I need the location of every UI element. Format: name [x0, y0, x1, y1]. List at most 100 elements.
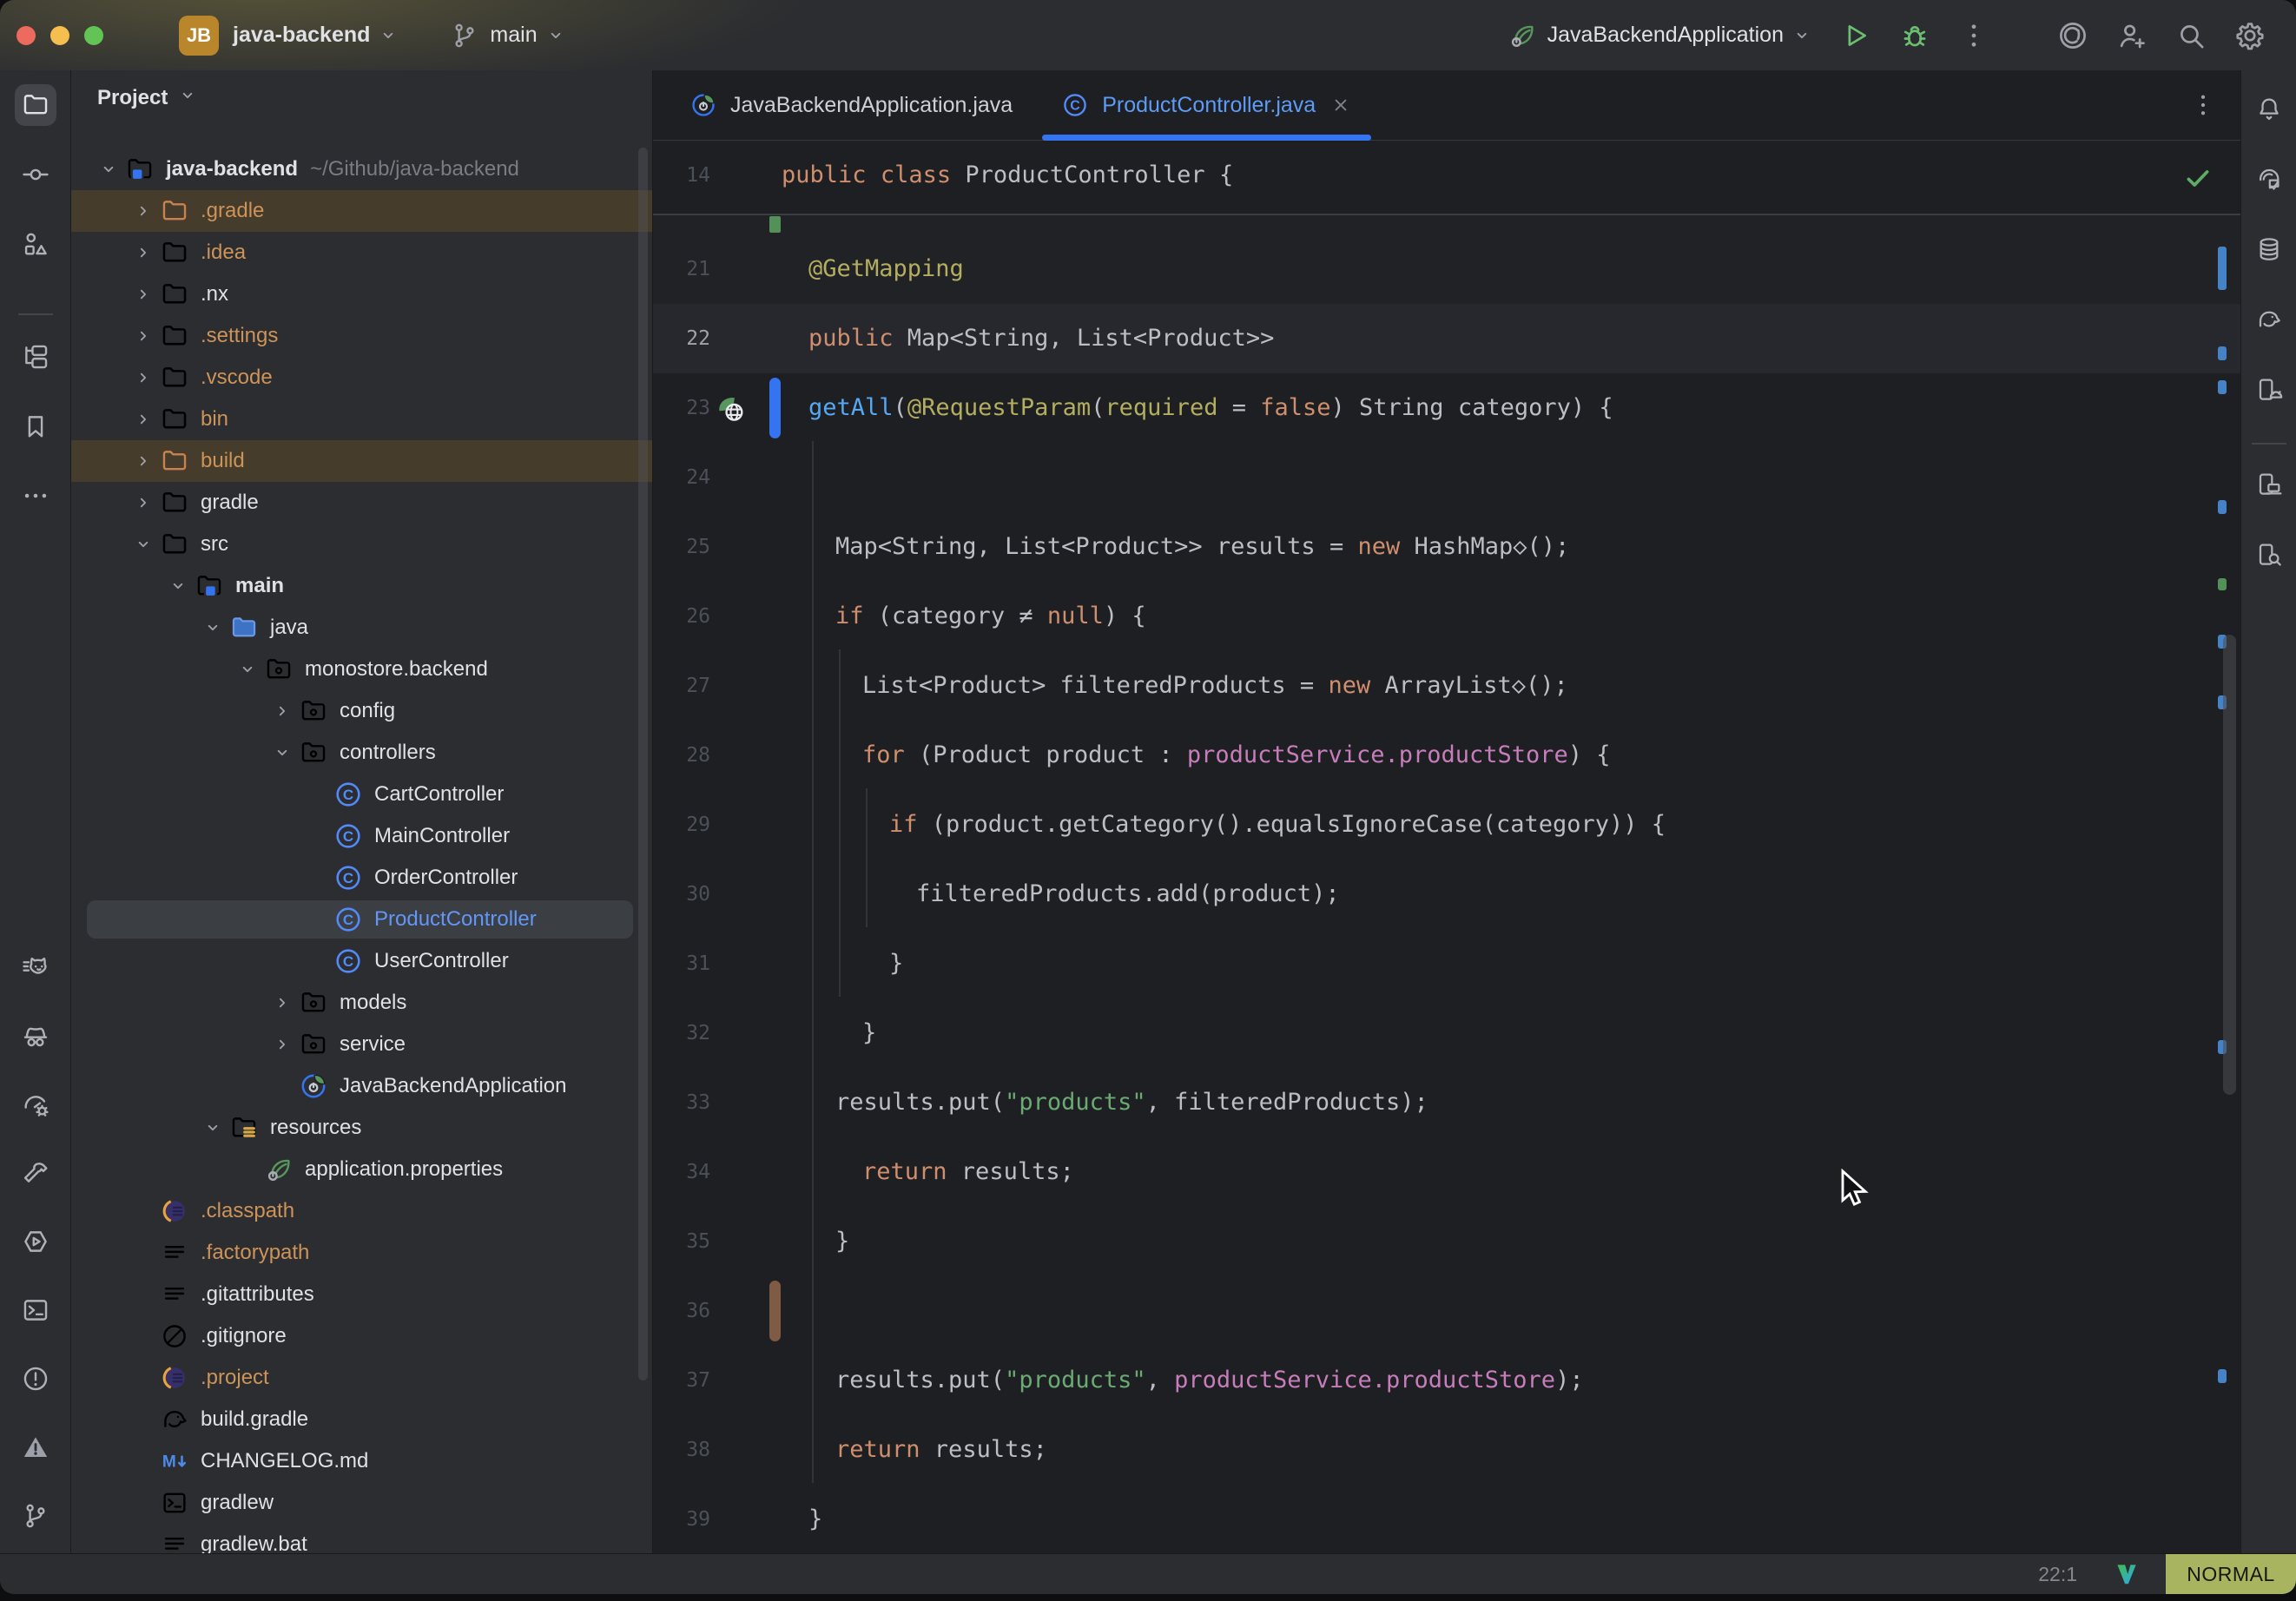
chevron-right-icon[interactable] — [127, 406, 160, 432]
structure-icon[interactable] — [15, 223, 56, 265]
code-line-24[interactable]: 24 — [653, 443, 2240, 512]
code-line-36[interactable]: 36 — [653, 1276, 2240, 1346]
tree-item-javabackendapplication[interactable]: JavaBackendApplication — [71, 1065, 652, 1107]
code-line-38[interactable]: 38return results; — [653, 1415, 2240, 1485]
chevron-right-icon[interactable] — [127, 240, 160, 266]
user-plus-icon[interactable] — [2115, 19, 2148, 52]
inspections-ok-check-icon[interactable] — [2183, 163, 2213, 193]
chevron-right-icon[interactable] — [127, 281, 160, 307]
project-name[interactable]: java-backend — [233, 23, 370, 48]
tree-item-resources[interactable]: resources — [71, 1107, 652, 1149]
project-icon[interactable] — [15, 84, 56, 126]
chevron-down-icon[interactable] — [266, 740, 299, 766]
ai-spiral-icon[interactable] — [2056, 19, 2089, 52]
line-number[interactable]: 38 — [653, 1415, 710, 1485]
database-icon[interactable] — [2250, 230, 2288, 268]
search-icon[interactable] — [2174, 19, 2207, 52]
code-line-34[interactable]: 34return results; — [653, 1137, 2240, 1207]
error-stripe-mark[interactable] — [2218, 247, 2227, 290]
code-line-35[interactable]: 35} — [653, 1207, 2240, 1276]
code-line-37[interactable]: 37results.put("products", productService… — [653, 1346, 2240, 1415]
notifications-bell-icon[interactable] — [2250, 89, 2288, 128]
more-tools-icon[interactable] — [15, 475, 56, 517]
code-line-39[interactable]: 39} — [653, 1485, 2240, 1554]
branch-name[interactable]: main — [490, 23, 537, 48]
tree-item-bin[interactable]: bin — [71, 399, 652, 440]
vim-icon[interactable] — [2114, 1561, 2140, 1587]
tree-item-service[interactable]: service — [71, 1024, 652, 1065]
line-number[interactable]: 30 — [653, 860, 710, 929]
line-number[interactable]: 14 — [653, 141, 710, 210]
spring-leaf-run-icon[interactable] — [1508, 21, 1537, 50]
tree-item-controllers[interactable]: controllers — [71, 732, 652, 774]
chevron-down-icon[interactable] — [196, 615, 229, 641]
chevron-down-icon[interactable] — [92, 156, 125, 182]
tree-item--vscode[interactable]: .vscode — [71, 357, 652, 399]
line-number[interactable]: 35 — [653, 1207, 710, 1276]
tree-item-models[interactable]: models — [71, 982, 652, 1024]
chevron-right-icon[interactable] — [266, 1031, 299, 1057]
line-number[interactable]: 24 — [653, 443, 710, 512]
device-android-icon[interactable] — [2250, 371, 2288, 409]
chevron-right-icon[interactable] — [127, 490, 160, 516]
more-actions-kebab-icon[interactable] — [1957, 19, 1990, 52]
tree-item-gradlew-bat[interactable]: gradlew.bat — [71, 1524, 652, 1554]
code-line-21[interactable]: 21@GetMapping — [653, 234, 2240, 304]
profiler-icon[interactable] — [15, 1084, 56, 1125]
code-editor[interactable]: 14public class ProductController { 21@Get… — [653, 141, 2240, 1555]
line-number[interactable]: 29 — [653, 790, 710, 860]
tree-item-config[interactable]: config — [71, 690, 652, 732]
tree-item--classpath[interactable]: .classpath — [71, 1190, 652, 1232]
tree-item-gradlew[interactable]: gradlew — [71, 1482, 652, 1524]
tree-item--nx[interactable]: .nx — [71, 273, 652, 315]
chevron-down-icon[interactable] — [127, 531, 160, 557]
run-button[interactable] — [1839, 19, 1872, 52]
tree-item-monostore-backend[interactable]: monostore.backend — [71, 649, 652, 690]
chevron-down-icon[interactable] — [1791, 24, 1813, 47]
chevron-right-icon[interactable] — [266, 698, 299, 724]
tab-options-kebab-icon[interactable] — [2188, 90, 2218, 120]
tree-item-productcontroller[interactable]: CProductController — [71, 899, 652, 940]
line-number[interactable]: 32 — [653, 998, 710, 1068]
tree-item--settings[interactable]: .settings — [71, 315, 652, 357]
line-number[interactable]: 26 — [653, 582, 710, 651]
tree-item-cartcontroller[interactable]: CCartController — [71, 774, 652, 815]
gear-icon[interactable] — [2233, 19, 2266, 52]
line-number[interactable]: 28 — [653, 721, 710, 790]
error-stripe-mark[interactable] — [2218, 380, 2227, 394]
chevron-down-icon[interactable] — [377, 24, 399, 47]
error-stripe-mark[interactable] — [2218, 346, 2227, 360]
terminal-icon[interactable] — [15, 1289, 56, 1331]
line-number[interactable]: 34 — [653, 1137, 710, 1207]
gradle-icon[interactable] — [2250, 300, 2288, 339]
services-icon[interactable] — [15, 1221, 56, 1262]
line-number[interactable]: 27 — [653, 651, 710, 721]
error-stripe-mark[interactable] — [2218, 578, 2227, 590]
maximize-window-button[interactable] — [84, 26, 103, 45]
tree-item-gradle[interactable]: gradle — [71, 482, 652, 524]
tree-item-main[interactable]: main — [71, 565, 652, 607]
build-hammer-icon[interactable] — [15, 1152, 56, 1194]
project-avatar[interactable]: JB — [179, 16, 219, 56]
incognito-icon[interactable] — [15, 1015, 56, 1057]
code-line-14[interactable]: 14public class ProductController { — [653, 141, 2240, 214]
speed-cat-icon[interactable] — [15, 946, 56, 988]
chevron-down-icon[interactable] — [162, 573, 195, 599]
tree-item-src[interactable]: src — [71, 524, 652, 565]
vcs-change-marker[interactable] — [769, 1281, 781, 1341]
ai-assistant-icon[interactable] — [2250, 160, 2288, 198]
tree-item-maincontroller[interactable]: CMainController — [71, 815, 652, 857]
code-line-23[interactable]: 23getAll(@RequestParam(required = false)… — [653, 373, 2240, 443]
tree-item-java[interactable]: java — [71, 607, 652, 649]
tree-item-application-properties[interactable]: application.properties — [71, 1149, 652, 1190]
tree-item--factorypath[interactable]: .factorypath — [71, 1232, 652, 1274]
line-number[interactable]: 23 — [653, 373, 710, 443]
tree-item-changelog-md[interactable]: MCHANGELOG.md — [71, 1440, 652, 1482]
chevron-right-icon[interactable] — [127, 323, 160, 349]
dependencies-icon[interactable] — [15, 336, 56, 378]
tree-item-build-gradle[interactable]: build.gradle — [71, 1399, 652, 1440]
code-line-32[interactable]: 32} — [653, 998, 2240, 1068]
code-line-27[interactable]: 27List<Product> filteredProducts = new A… — [653, 651, 2240, 721]
warnings-icon[interactable] — [15, 1426, 56, 1468]
line-number[interactable]: 22 — [653, 304, 710, 373]
